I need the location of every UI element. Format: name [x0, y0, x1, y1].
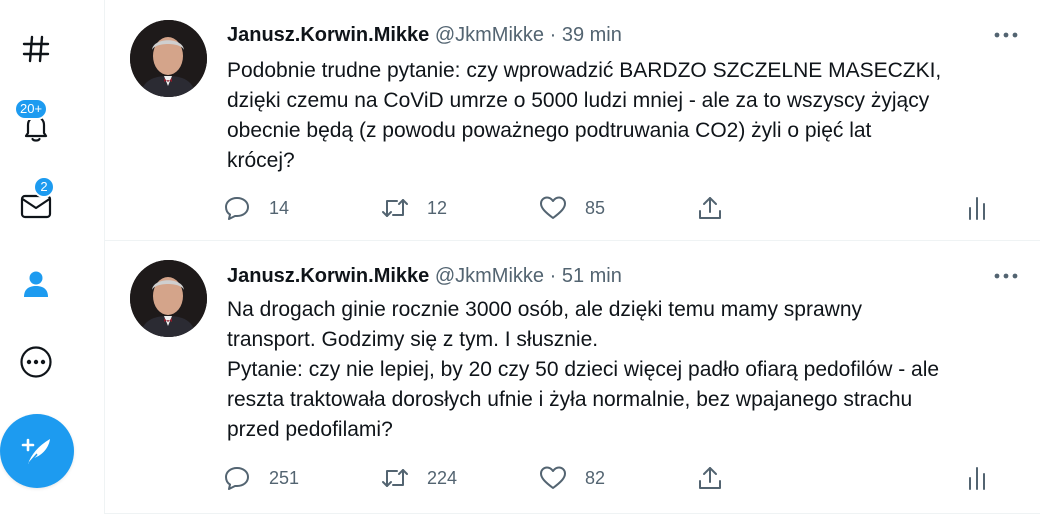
- tweet-header: Janusz.Korwin.Mikke @JkmMikke · 39 min: [227, 24, 622, 47]
- reply-bubble-icon: [217, 458, 257, 498]
- retweet-arrows-icon: [375, 188, 415, 228]
- author-handle[interactable]: @JkmMikke: [435, 265, 544, 287]
- tweet-more-button[interactable]: [989, 18, 1023, 52]
- tweet-body: Podobnie trudne pytanie: czy wprowadzić …: [227, 59, 942, 172]
- author-name[interactable]: Janusz.Korwin.Mikke: [227, 24, 429, 46]
- like-button[interactable]: 82: [533, 458, 605, 498]
- analytics-bars-icon: [957, 188, 997, 228]
- notifications-badge: 20+: [14, 98, 49, 120]
- timeline: Janusz.Korwin.Mikke @JkmMikke · 39 min P…: [104, 0, 1040, 514]
- heart-icon: [533, 458, 573, 498]
- analytics-button[interactable]: [957, 458, 997, 498]
- sidebar-nav: 20+ 2: [0, 0, 104, 514]
- analytics-button[interactable]: [957, 188, 997, 228]
- separator-dot: ·: [549, 265, 557, 287]
- tweet-timestamp[interactable]: 51 min: [562, 265, 622, 287]
- tweet-timestamp[interactable]: 39 min: [562, 24, 622, 46]
- share-upload-icon: [690, 458, 730, 498]
- share-upload-icon: [690, 188, 730, 228]
- retweet-count: 224: [427, 467, 458, 488]
- author-name[interactable]: Janusz.Korwin.Mikke: [227, 265, 429, 287]
- retweet-arrows-icon: [375, 458, 415, 498]
- retweet-button[interactable]: 224: [375, 458, 457, 498]
- retweet-count: 12: [427, 197, 448, 218]
- tweet-header: Janusz.Korwin.Mikke @JkmMikke · 51 min: [227, 265, 622, 288]
- more-options-circle-icon[interactable]: [11, 337, 61, 387]
- reply-button[interactable]: 251: [217, 458, 299, 498]
- share-button[interactable]: [690, 188, 730, 228]
- reply-button[interactable]: 14: [217, 188, 289, 228]
- tweet-text: Na drogach ginie rocznie 3000 osób, ale …: [227, 295, 1027, 445]
- analytics-bars-icon: [957, 458, 997, 498]
- ellipsis-icon: [994, 32, 1018, 38]
- compose-tweet-button[interactable]: [0, 414, 74, 488]
- tweet[interactable]: Janusz.Korwin.Mikke @JkmMikke · 39 min P…: [105, 0, 1040, 241]
- like-count: 85: [585, 197, 606, 218]
- feather-plus-icon: [21, 438, 50, 464]
- tweet-more-button[interactable]: [989, 259, 1023, 293]
- tweet-body: Na drogach ginie rocznie 3000 osób, ale …: [227, 298, 940, 441]
- tweet-actions: 251 224 82: [217, 458, 1017, 498]
- like-button[interactable]: 85: [533, 188, 605, 228]
- separator-dot: ·: [549, 24, 557, 46]
- tweet[interactable]: Janusz.Korwin.Mikke @JkmMikke · 51 min N…: [105, 242, 1040, 514]
- tweet-actions: 14 12 85: [217, 188, 1017, 228]
- author-handle[interactable]: @JkmMikke: [435, 24, 544, 46]
- messages-badge: 2: [33, 176, 55, 198]
- avatar[interactable]: [130, 260, 207, 337]
- reply-count: 251: [269, 467, 300, 488]
- ellipsis-icon: [994, 273, 1018, 279]
- heart-icon: [533, 188, 573, 228]
- profile-person-icon[interactable]: [11, 259, 61, 309]
- reply-count: 14: [269, 197, 290, 218]
- avatar[interactable]: [130, 20, 207, 97]
- retweet-button[interactable]: 12: [375, 188, 447, 228]
- share-button[interactable]: [690, 458, 730, 498]
- like-count: 82: [585, 467, 606, 488]
- explore-hashtag-icon[interactable]: [11, 24, 61, 74]
- reply-bubble-icon: [217, 188, 257, 228]
- tweet-text: Podobnie trudne pytanie: czy wprowadzić …: [227, 56, 1027, 176]
